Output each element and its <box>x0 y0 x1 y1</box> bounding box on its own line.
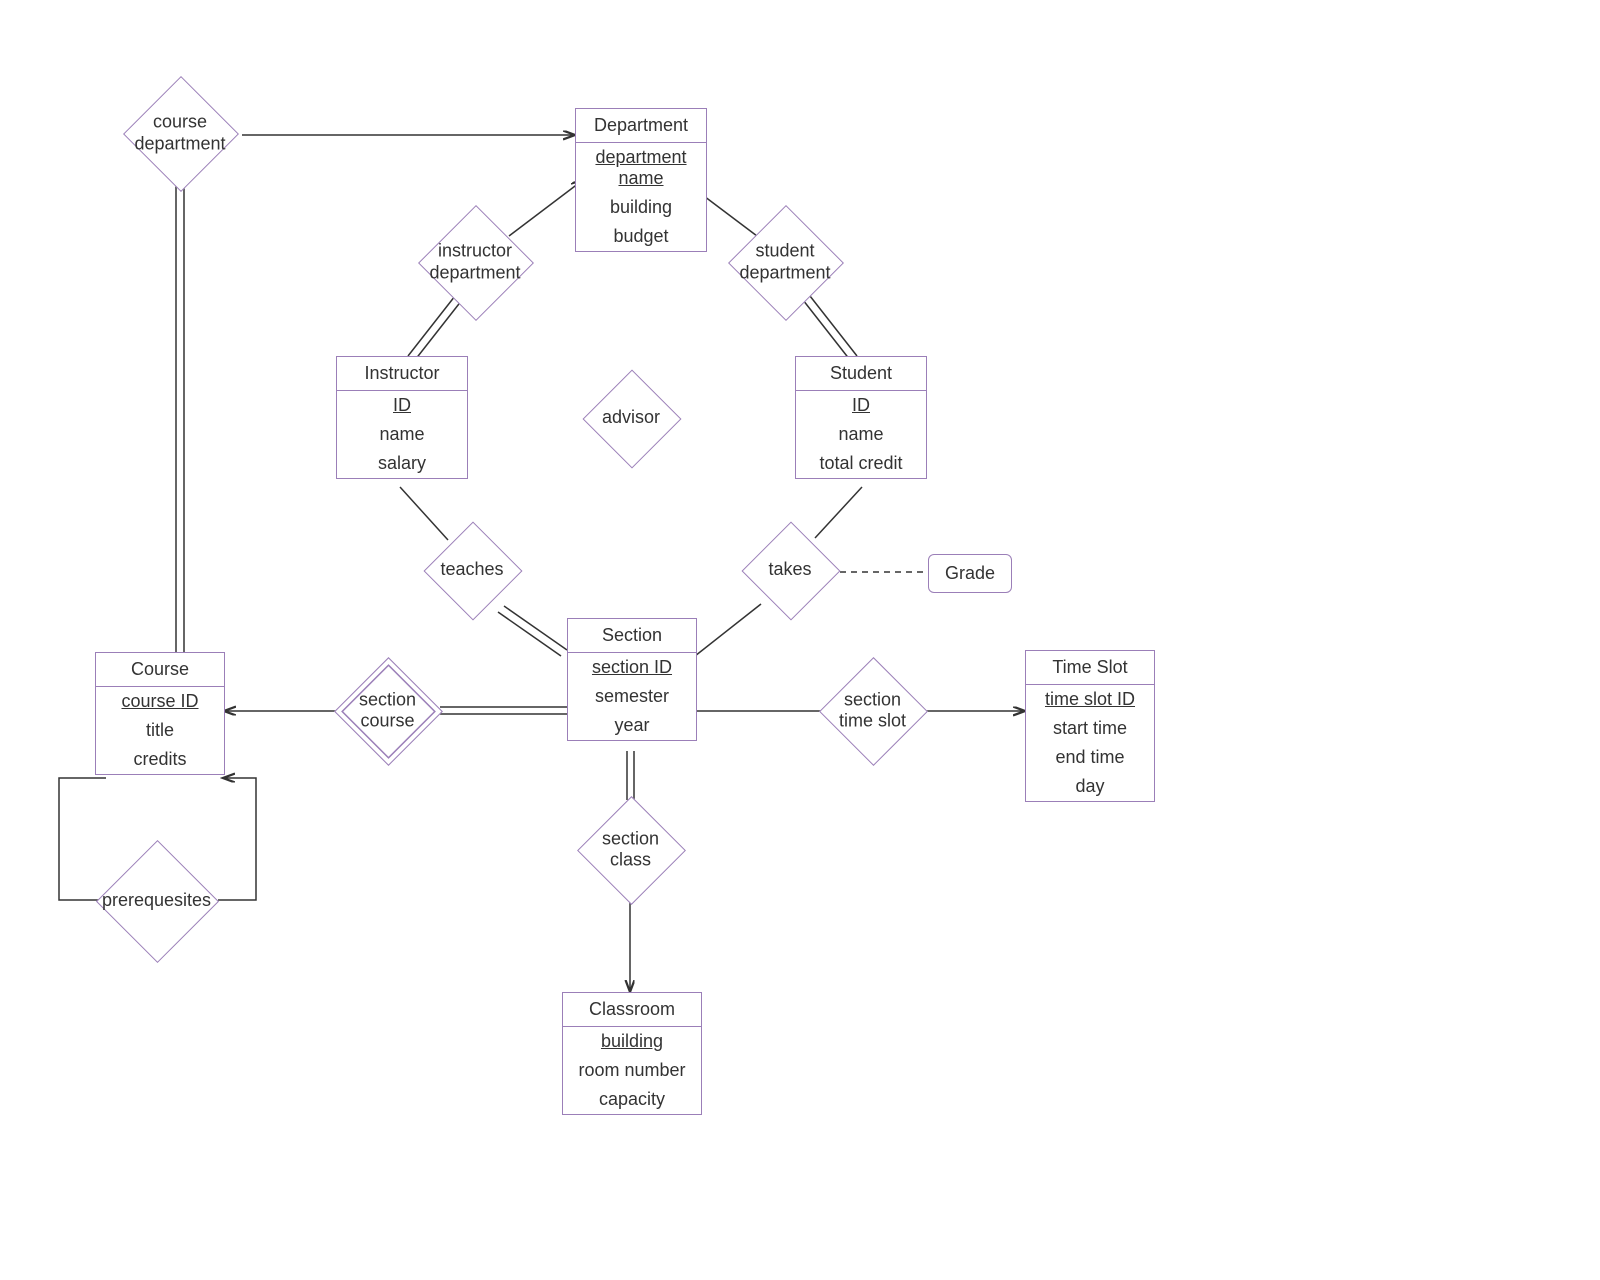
connector-lines <box>0 0 1600 1280</box>
rel-label: sectioncourse <box>359 689 416 732</box>
rel-takes: takes <box>756 536 824 604</box>
entity-classroom: Classroom building room number capacity <box>562 992 702 1115</box>
entity-attr: total credit <box>796 449 926 478</box>
entity-timeslot: Time Slot time slot ID start time end ti… <box>1025 650 1155 802</box>
entity-title: Student <box>796 357 926 391</box>
er-diagram: Department department name building budg… <box>0 0 1600 1280</box>
rel-label: teaches <box>440 559 503 581</box>
entity-title: Section <box>568 619 696 653</box>
entity-course: Course course ID title credits <box>95 652 225 775</box>
entity-title: Instructor <box>337 357 467 391</box>
entity-attr: end time <box>1026 743 1154 772</box>
entity-attr: name <box>337 420 467 449</box>
rel-label: coursedepartment <box>134 111 225 154</box>
entity-attr: building <box>576 193 706 222</box>
entity-attr-key: ID <box>337 391 467 420</box>
entity-attr-key: course ID <box>96 687 224 716</box>
rel-prerequisites: prerequesites <box>114 858 199 943</box>
rel-label: instructordepartment <box>429 240 520 283</box>
rel-label: sectiontime slot <box>839 689 906 732</box>
rel-label: studentdepartment <box>739 240 830 283</box>
entity-attr-key: ID <box>796 391 926 420</box>
entity-attr-key: section ID <box>568 653 696 682</box>
entity-section: Section section ID semester year <box>567 618 697 741</box>
entity-title: Course <box>96 653 224 687</box>
entity-attr: title <box>96 716 224 745</box>
rel-label: sectionclass <box>602 828 659 871</box>
rel-section-course: sectioncourse <box>350 673 425 748</box>
rel-label: advisor <box>602 407 660 429</box>
entity-attr: day <box>1026 772 1154 801</box>
rel-label: prerequesites <box>102 890 211 912</box>
entity-attr: start time <box>1026 714 1154 743</box>
entity-attr: name <box>796 420 926 449</box>
entity-attr-key: department name <box>576 143 706 193</box>
entity-title: Department <box>576 109 706 143</box>
entity-attr-key: building <box>563 1027 701 1056</box>
rel-student-department: studentdepartment <box>745 222 825 302</box>
rel-label: takes <box>768 559 811 581</box>
rel-advisor: advisor <box>597 384 665 452</box>
entity-attr: budget <box>576 222 706 251</box>
entity-attr: room number <box>563 1056 701 1085</box>
rel-section-timeslot: sectiontime slot <box>835 673 910 748</box>
entity-instructor: Instructor ID name salary <box>336 356 468 479</box>
entity-department: Department department name building budg… <box>575 108 707 252</box>
entity-title: Classroom <box>563 993 701 1027</box>
rel-teaches: teaches <box>438 536 506 604</box>
attr-grade: Grade <box>928 554 1012 593</box>
attr-label: Grade <box>945 563 995 583</box>
entity-student: Student ID name total credit <box>795 356 927 479</box>
entity-attr: capacity <box>563 1085 701 1114</box>
entity-attr: semester <box>568 682 696 711</box>
rel-course-department: coursedepartment <box>140 93 220 173</box>
entity-attr: year <box>568 711 696 740</box>
entity-title: Time Slot <box>1026 651 1154 685</box>
entity-attr: credits <box>96 745 224 774</box>
rel-instructor-department: instructordepartment <box>435 222 515 302</box>
entity-attr: salary <box>337 449 467 478</box>
entity-attr-key: time slot ID <box>1026 685 1154 714</box>
rel-section-class: sectionclass <box>593 812 668 887</box>
